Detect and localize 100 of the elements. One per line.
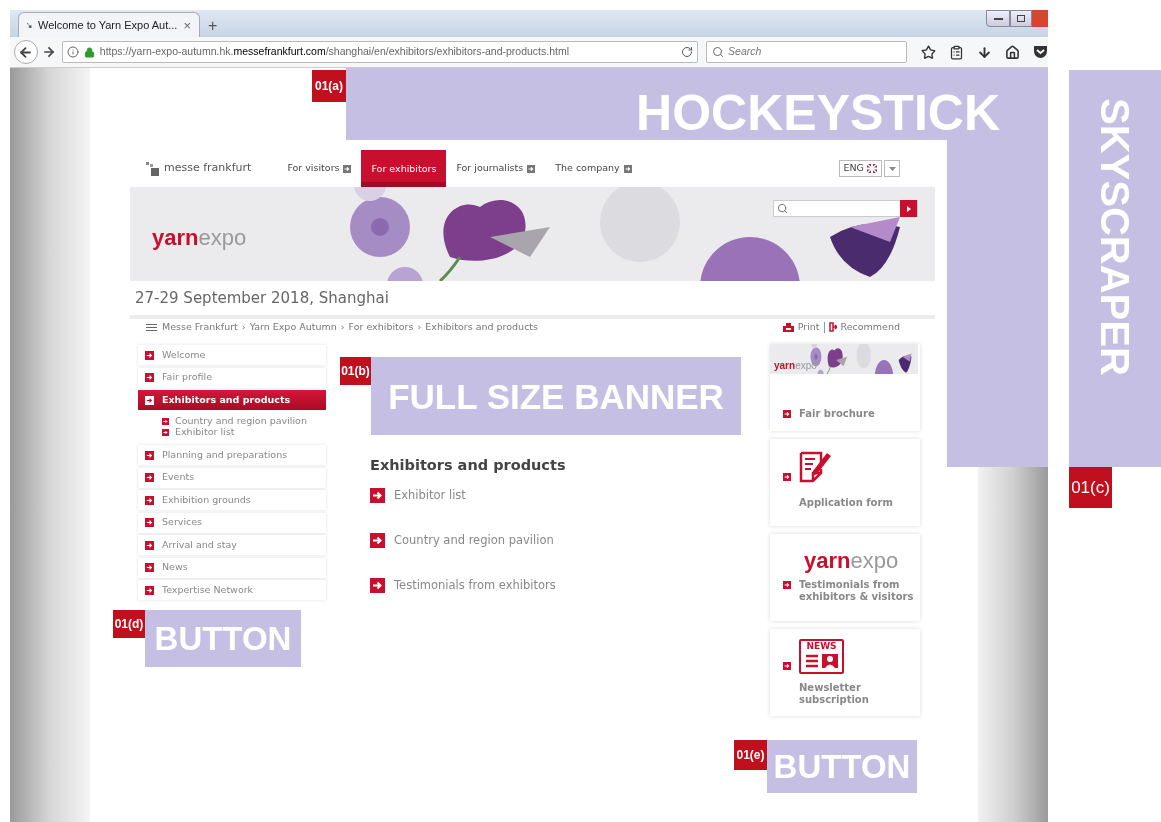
placeholder-text: SKYSCRAPER [1095, 98, 1135, 376]
action-link[interactable]: Print [797, 319, 820, 335]
maximize-button[interactable] [1010, 10, 1032, 27]
arrow-icon [162, 417, 169, 425]
arrow-icon [145, 563, 154, 572]
reload-icon[interactable] [681, 46, 694, 58]
arrow-icon [527, 164, 536, 173]
flag-icon [867, 164, 877, 173]
action-link[interactable]: Recommend [840, 319, 900, 335]
nav-item[interactable]: For exhibitors [361, 150, 447, 187]
arrow-icon [783, 581, 791, 589]
sidebar-item[interactable]: Services [138, 512, 326, 533]
card-title: Application form [798, 497, 894, 509]
event-date: 27-29 September 2018, Shanghai [135, 287, 389, 309]
site-search-field[interactable] [773, 200, 918, 217]
arrow-icon [145, 540, 154, 550]
new-tab-button[interactable]: + [208, 18, 218, 34]
url-field[interactable]: https://yarn-expo-autumn.hk.messefrankfurt.com/shanghai/en/exhibitors/exhibitors-and-products.html [61, 41, 699, 63]
lines-person-icon [804, 653, 839, 669]
sidebar-subitem[interactable]: Exhibitor list [175, 427, 235, 437]
breadcrumb-link[interactable]: Yarn Expo Autumn [249, 319, 337, 335]
sidebar-item[interactable]: Welcome [138, 345, 326, 365]
forward-icon[interactable] [41, 45, 56, 59]
content-link[interactable]: Country and region pavilion [394, 532, 554, 550]
content-link[interactable]: Testimonials from exhibitors [394, 577, 556, 595]
lock-icon [83, 46, 95, 58]
sidebar-item[interactable]: Events [138, 467, 326, 488]
placement-label: 01(e) [734, 740, 767, 770]
info-icon [66, 46, 79, 58]
download-icon[interactable] [977, 44, 992, 60]
icon-text: NEWS [806, 642, 837, 651]
sidebar-card[interactable]: Application form [770, 439, 920, 526]
sidebar-item[interactable]: Planning and preparations [138, 445, 326, 465]
card-title: Fair brochure [799, 408, 875, 420]
share-icon [828, 322, 837, 332]
placement-label: 01(c) [1069, 467, 1112, 508]
arrow-icon [145, 373, 154, 382]
minimize-button[interactable] [986, 10, 1010, 27]
sidebar-card[interactable]: yarnexpo Fair brochure [770, 344, 920, 431]
printer-icon [782, 322, 794, 332]
form-pen-icon [799, 449, 833, 485]
breadcrumb-separator: › [241, 319, 246, 334]
home-icon[interactable] [1005, 44, 1020, 60]
sidebar-item[interactable]: Texpertise Network [138, 580, 326, 600]
sidebar-subitem[interactable]: Country and region pavilion [175, 416, 307, 426]
placement-label: 01(a) [312, 70, 346, 102]
sidebar-item[interactable]: Fair profile [138, 367, 326, 388]
card-title: Newsletter subscription [798, 682, 870, 706]
arrow-icon [145, 495, 154, 505]
arrow-icon [145, 518, 154, 527]
back-button[interactable] [14, 40, 38, 64]
close-tab-button[interactable]: × [183, 18, 191, 32]
arrow-icon [783, 410, 791, 418]
browser-tab[interactable]: Welcome to Yarn Expo Aut... × [18, 12, 200, 37]
arrow-icon [343, 164, 352, 173]
arrow-icon [783, 662, 791, 670]
sidebar-card[interactable]: NEWS Newsletter subscription [770, 629, 920, 716]
placeholder-text: BUTTON [773, 750, 911, 783]
breadcrumb-separator: › [417, 319, 422, 334]
breadcrumb-link[interactable]: Exhibitors and products [425, 319, 539, 335]
nav-item[interactable]: For journalists [446, 150, 546, 187]
breadcrumb-link[interactable]: Messe Frankfurt [162, 319, 238, 335]
search-input: Search [728, 44, 899, 60]
tab-title: Welcome to Yarn Expo Aut... [38, 17, 178, 33]
caret-icon [888, 166, 896, 171]
bookmark-star-icon[interactable] [921, 44, 936, 60]
language-label: ENG [843, 161, 864, 176]
sidebar-item[interactable]: Arrival and stay [138, 535, 326, 555]
menu-icon [146, 323, 157, 331]
arrow-icon [623, 164, 632, 173]
shield-icon[interactable] [1033, 45, 1048, 59]
sidebar-item[interactable]: Exhibition grounds [138, 490, 326, 510]
nav-item[interactable]: The company [545, 150, 642, 187]
arrow-icon [145, 450, 154, 460]
search-icon [777, 203, 788, 214]
sidebar-card[interactable]: yarnexpo Testimonials from exhibitors & visitors [770, 534, 920, 621]
placement-label: 01(d) [113, 610, 145, 638]
breadcrumb-link[interactable]: For exhibitors [348, 319, 414, 335]
placeholder-text: HOCKEYSTICK [636, 88, 1000, 138]
sidebar-item[interactable]: Exhibitors and products [138, 390, 326, 410]
back-icon [18, 44, 34, 60]
nav-item[interactable]: For visitors [277, 150, 362, 187]
brand-logo: yarnexpo [152, 225, 247, 250]
search-submit-button[interactable] [900, 200, 917, 217]
arrow-icon [162, 428, 169, 436]
sidebar-item[interactable]: News [138, 557, 326, 578]
reading-list-icon[interactable] [949, 44, 964, 60]
card-title: Testimonials from exhibitors & visitors [799, 579, 915, 603]
arrow-icon [145, 473, 154, 482]
chevron-icon [906, 205, 911, 212]
search-field[interactable]: Search [706, 41, 907, 63]
placeholder-text: BUTTON [154, 622, 292, 655]
breadcrumb-separator: › [340, 319, 345, 334]
placeholder-text: FULL SIZE BANNER [388, 378, 724, 414]
brand-logo: yarnexpo [804, 548, 899, 573]
site-logo[interactable]: messe frankfurt [164, 160, 252, 177]
arrow-icon [783, 473, 791, 481]
content-link[interactable]: Exhibitor list [394, 486, 466, 504]
search-icon [712, 46, 725, 58]
arrow-icon [145, 395, 154, 405]
